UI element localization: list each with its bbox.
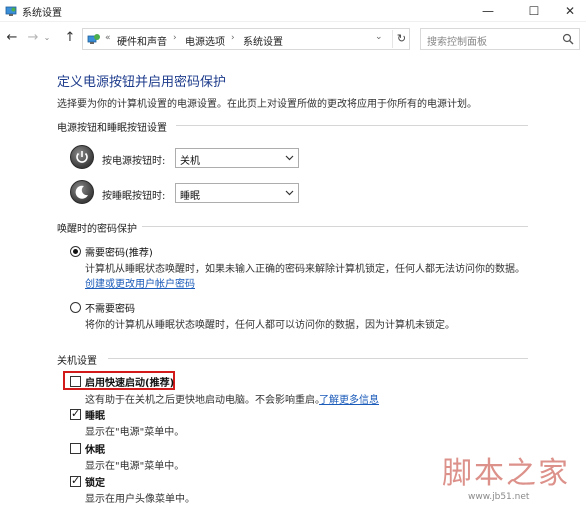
breadcrumb-hardware-sound[interactable]: 硬件和声音 bbox=[117, 33, 167, 48]
close-button[interactable]: ✕ bbox=[550, 0, 586, 22]
back-button[interactable]: ← bbox=[4, 30, 20, 46]
radio-selected-dot bbox=[73, 249, 78, 254]
hibernate-option-label[interactable]: 休眠 bbox=[85, 441, 105, 456]
window-title: 系统设置 bbox=[22, 8, 62, 19]
sleep-button-select[interactable]: 睡眠 bbox=[175, 183, 299, 203]
watermark-url: www.jb51.net bbox=[468, 492, 530, 502]
power-button-icon bbox=[70, 145, 94, 169]
fast-startup-label[interactable]: 启用快速启动(推荐) bbox=[85, 374, 174, 389]
power-button-label: 按电源按钮时: bbox=[102, 156, 166, 167]
wake-password-heading: 唤醒时的密码保护 bbox=[57, 224, 137, 235]
fast-startup-description: 这有助于在关机之后更快地启动电脑。不会影响重启。 bbox=[85, 395, 325, 406]
no-password-label[interactable]: 不需要密码 bbox=[85, 300, 135, 315]
maximize-button[interactable]: ☐ bbox=[514, 0, 554, 22]
up-button[interactable]: ↑ bbox=[62, 30, 78, 46]
refresh-button[interactable]: ↻ bbox=[392, 30, 410, 48]
lock-checkbox[interactable]: ✓ bbox=[70, 474, 81, 487]
group-divider bbox=[108, 358, 528, 359]
breadcrumb-overflow[interactable]: « bbox=[105, 33, 111, 43]
fast-startup-checkbox[interactable] bbox=[70, 376, 81, 387]
sleep-button-value: 睡眠 bbox=[180, 191, 200, 202]
learn-more-link[interactable]: 了解更多信息 bbox=[319, 391, 379, 406]
page-title: 定义电源按钮并启用密码保护 bbox=[57, 75, 227, 90]
recent-locations-button[interactable]: ⌄ bbox=[42, 30, 52, 46]
sleep-option-label[interactable]: 睡眠 bbox=[85, 407, 105, 422]
control-panel-icon bbox=[87, 34, 100, 44]
navigation-bar: ← → ⌄ ↑ « 硬件和声音 › 电源选项 › 系统设置 ⌄ ↻ 搜索控制面板 bbox=[0, 24, 586, 52]
shutdown-settings-heading: 关机设置 bbox=[57, 356, 97, 367]
power-buttons-heading: 电源按钮和睡眠按钮设置 bbox=[57, 123, 167, 134]
checkmark-icon: ✓ bbox=[71, 407, 81, 420]
breadcrumb-power-options[interactable]: 电源选项 bbox=[185, 33, 225, 48]
hibernate-option-description: 显示在"电源"菜单中。 bbox=[85, 461, 185, 472]
lock-option-description: 显示在用户头像菜单中。 bbox=[85, 494, 195, 505]
search-box[interactable]: 搜索控制面板 bbox=[420, 28, 580, 50]
breadcrumb-separator[interactable]: › bbox=[231, 33, 235, 43]
group-divider bbox=[142, 226, 528, 227]
sleep-button-icon bbox=[70, 180, 94, 204]
require-password-description: 计算机从睡眠状态唤醒时，如果未输入正确的密码来解除计算机锁定，任何人都无法访问你… bbox=[85, 264, 525, 275]
address-bar[interactable]: « 硬件和声音 › 电源选项 › 系统设置 ⌄ ↻ bbox=[82, 28, 410, 50]
require-password-label[interactable]: 需要密码(推荐) bbox=[85, 244, 153, 259]
breadcrumb-system-settings[interactable]: 系统设置 bbox=[243, 33, 283, 48]
search-placeholder: 搜索控制面板 bbox=[427, 37, 487, 48]
chevron-down-icon bbox=[285, 155, 294, 161]
address-dropdown-button[interactable]: ⌄ bbox=[375, 32, 383, 42]
hibernate-checkbox[interactable] bbox=[70, 443, 81, 454]
sleep-button-label: 按睡眠按钮时: bbox=[102, 191, 166, 202]
checkmark-icon: ✓ bbox=[71, 474, 81, 487]
group-divider bbox=[176, 125, 528, 126]
no-password-radio[interactable] bbox=[70, 302, 81, 313]
search-icon bbox=[562, 33, 574, 45]
breadcrumb-separator[interactable]: › bbox=[173, 33, 177, 43]
sleep-checkbox[interactable]: ✓ bbox=[70, 407, 81, 420]
title-bar: 系统设置 — ☐ ✕ bbox=[0, 0, 586, 22]
sleep-option-description: 显示在"电源"菜单中。 bbox=[85, 427, 185, 438]
require-password-radio[interactable] bbox=[70, 246, 81, 257]
lock-option-label[interactable]: 锁定 bbox=[85, 474, 105, 489]
power-button-select[interactable]: 关机 bbox=[175, 148, 299, 168]
watermark-brand: 脚本之家 bbox=[442, 456, 570, 491]
control-panel-icon bbox=[5, 6, 17, 16]
minimize-button[interactable]: — bbox=[468, 0, 508, 22]
forward-button[interactable]: → bbox=[25, 30, 41, 46]
power-button-value: 关机 bbox=[180, 156, 200, 167]
change-password-link[interactable]: 创建或更改用户帐户密码 bbox=[85, 275, 195, 290]
page-description: 选择要为你的计算机设置的电源设置。在此页上对设置所做的更改将应用于你所有的电源计… bbox=[57, 99, 477, 110]
no-password-description: 将你的计算机从睡眠状态唤醒时，任何人都可以访问你的数据，因为计算机未锁定。 bbox=[85, 320, 455, 331]
chevron-down-icon bbox=[285, 190, 294, 196]
